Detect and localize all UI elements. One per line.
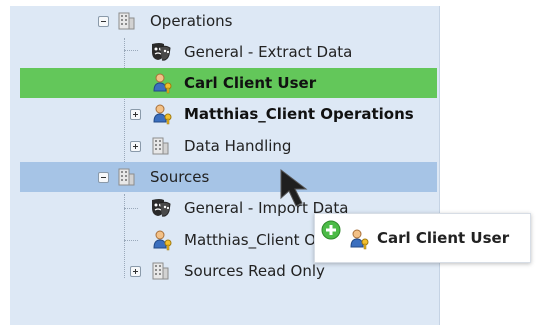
tree-node-label: Matthias_Client Ope [184,231,335,249]
arrow-cursor-icon [279,168,319,216]
tree-node-sources[interactable]: Sources [20,162,437,192]
tree-panel: Operations General - Extract Data Carl C… [10,6,440,325]
add-plus-icon [321,220,341,240]
tree-node-carl-client-user[interactable]: Carl Client User [20,68,437,98]
tree-node-label: Sources Read Only [184,262,325,280]
user-key-icon [349,228,371,250]
tree-node-operations[interactable]: Operations [20,6,437,36]
tree-node-label: Sources [150,168,210,186]
user-key-icon [152,229,172,251]
building-icon [150,260,170,280]
theater-mask-icon [150,41,171,61]
tree-node-label: Operations [150,12,233,30]
user-key-icon [152,103,172,125]
tree-node-label: General - Extract Data [184,43,353,61]
user-key-icon [152,72,172,94]
building-icon [116,10,136,30]
expand-toggle-icon[interactable] [130,141,141,152]
tree-node-label: Carl Client User [184,74,317,92]
tree-node-general-extract-data[interactable]: General - Extract Data [20,37,437,67]
expand-toggle-icon[interactable] [130,266,141,277]
tree-node-label: Matthias_Client Operations [184,105,414,123]
tree-node-matthias-client-operations[interactable]: Matthias_Client Operations [20,99,437,129]
building-icon [150,135,170,155]
tree-node-data-handling[interactable]: Data Handling [20,131,437,161]
expand-toggle-icon[interactable] [130,109,141,120]
tree-node-label: Data Handling [184,137,292,155]
drag-preview-label: Carl Client User [377,229,510,247]
theater-mask-icon [150,197,171,217]
building-icon [116,166,136,186]
collapse-toggle-icon[interactable] [98,172,109,183]
collapse-toggle-icon[interactable] [98,16,109,27]
drag-preview-tooltip: Carl Client User [314,213,531,263]
